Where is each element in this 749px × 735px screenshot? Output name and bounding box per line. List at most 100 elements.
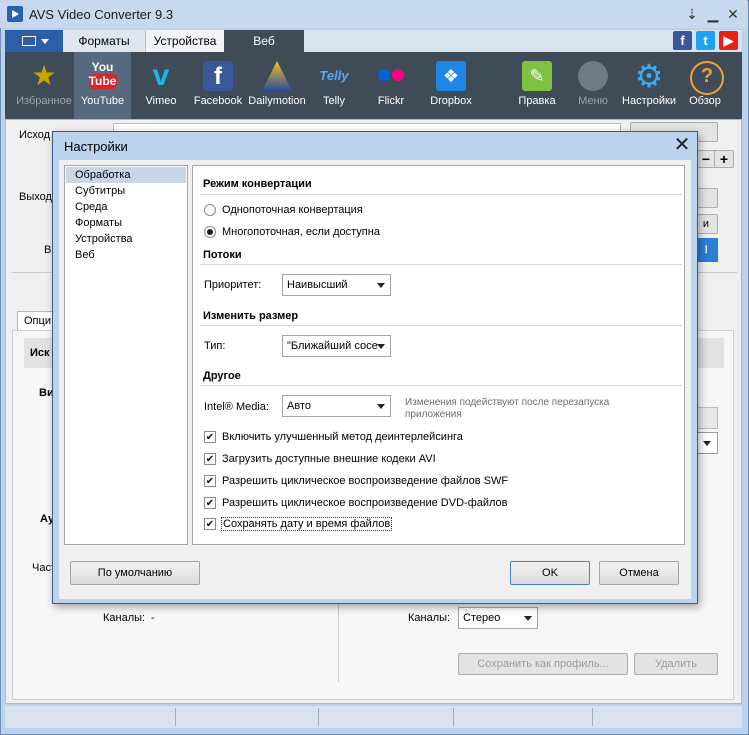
remove-button[interactable]: − (696, 150, 716, 168)
twitter-icon[interactable]: t (696, 31, 715, 50)
app-logo-icon (7, 6, 23, 22)
chevron-down-icon (703, 441, 711, 446)
radio-single-thread[interactable] (204, 204, 216, 216)
cancel-button[interactable]: Отмена (599, 561, 679, 585)
toolbar-label: Facebook (193, 95, 243, 107)
intel-media-select[interactable]: Авто (282, 395, 391, 417)
disc-menu-icon (578, 61, 608, 91)
status-divider (318, 708, 319, 726)
checkbox-keep-date[interactable]: ✔ (204, 518, 216, 530)
chevron-down-icon (524, 616, 532, 621)
toolbar-favorites[interactable]: ★ Избранное (14, 52, 74, 119)
channels-left-value: - (151, 612, 155, 624)
toolbar-facebook[interactable]: f Facebook (190, 52, 246, 119)
chevron-down-icon (377, 404, 385, 409)
telly-icon: Telly (319, 68, 349, 83)
toolbar-edit[interactable]: ✎ Правка (509, 52, 565, 119)
checkbox-deinterlace[interactable]: ✔ (204, 431, 216, 443)
toolbar-telly[interactable]: Telly Telly (309, 52, 359, 119)
window-title: AVS Video Converter 9.3 (29, 7, 174, 22)
gear-icon: ⚙ (634, 58, 664, 94)
channels-right-label: Каналы: (408, 612, 451, 624)
toolbar-label: Настройки (622, 95, 676, 107)
dailymotion-icon (262, 61, 292, 91)
status-bar (5, 706, 742, 728)
tab-devices[interactable]: Устройства (145, 30, 224, 52)
channels-select[interactable]: Стерео (458, 607, 538, 629)
checkbox-avi-codecs[interactable]: ✔ (204, 453, 216, 465)
section-conversion-mode: Режим конвертации (203, 178, 312, 190)
add-button[interactable]: + (714, 150, 734, 168)
radio-single-thread-label[interactable]: Однопоточная конвертация (222, 204, 363, 216)
toolbar-label: Vimeo (145, 95, 177, 107)
checkbox-loop-dvd-label[interactable]: Разрешить циклическое воспроизведение DV… (222, 497, 508, 509)
toolbar-browse[interactable]: ? Обзор (680, 52, 730, 119)
nav-item-devices[interactable]: Устройства (66, 231, 186, 247)
nav-item-environment[interactable]: Среда (66, 199, 186, 215)
tab-options[interactable]: Опци (17, 311, 55, 331)
main-menu-button[interactable] (5, 30, 63, 52)
intel-media-select-value: Авто (287, 400, 311, 412)
toolbar-dropbox[interactable]: ❖ Dropbox (421, 52, 481, 119)
toolbar-youtube[interactable]: You Tube YouTube (74, 52, 131, 119)
toolbar-label: Dropbox (430, 95, 472, 107)
nav-item-formats[interactable]: Форматы (66, 215, 186, 231)
tab-web[interactable]: Веб (224, 30, 304, 52)
nav-item-subtitles[interactable]: Субтитры (66, 183, 186, 199)
nav-item-web[interactable]: Веб (66, 247, 186, 263)
checkbox-loop-swf-label[interactable]: Разрешить циклическое воспроизведение фа… (222, 475, 508, 487)
vimeo-icon: v (152, 59, 170, 92)
restart-note: Изменения подействуют после перезапуска … (405, 397, 610, 420)
priority-select-value: Наивысший (287, 279, 348, 291)
toolbar-flickr[interactable]: Flickr (362, 52, 420, 119)
priority-label: Приоритет: (204, 279, 262, 291)
ok-button[interactable]: OK (510, 561, 590, 585)
checkbox-avi-codecs-label[interactable]: Загрузить доступные внешние кодеки AVI (222, 453, 436, 465)
dialog-title: Настройки (64, 139, 128, 154)
status-divider (175, 708, 176, 726)
dialog-close-icon[interactable]: ✕ (671, 135, 693, 155)
resize-type-select[interactable]: "Ближайший сосе (282, 335, 391, 357)
checkbox-loop-dvd[interactable]: ✔ (204, 497, 216, 509)
flickr-icon (376, 61, 406, 91)
youtube-icon[interactable]: ▶ (719, 31, 738, 50)
input-label: Исход (19, 129, 51, 141)
section-divider (200, 385, 682, 386)
facebook-icon[interactable]: f (673, 31, 692, 50)
edit-icon: ✎ (522, 61, 552, 91)
save-profile-button: Сохранить как профиль... (458, 653, 628, 675)
resize-type-select-value: "Ближайший сосе (287, 340, 378, 352)
checkbox-loop-swf[interactable]: ✔ (204, 475, 216, 487)
chevron-down-icon (377, 283, 385, 288)
toolbar-label: Избранное (16, 95, 72, 107)
chevron-down-icon (41, 39, 49, 44)
divider (338, 604, 339, 682)
intel-media-label: Intel® Media: (204, 401, 269, 413)
radio-multi-thread-label[interactable]: Многопоточная, если доступна (222, 226, 380, 238)
radio-multi-thread[interactable] (204, 226, 216, 238)
checkbox-deinterlace-label[interactable]: Включить улучшенный метод деинтерлейсинг… (222, 431, 463, 443)
tab-formats[interactable]: Форматы (63, 30, 145, 52)
toolbar-menu: Меню (566, 52, 620, 119)
dropdown-stub[interactable] (697, 432, 718, 454)
toolbar-vimeo[interactable]: v Vimeo (133, 52, 189, 119)
priority-select[interactable]: Наивысший (282, 274, 391, 296)
defaults-button[interactable]: По умолчанию (70, 561, 200, 585)
dropbox-icon: ❖ (436, 61, 466, 91)
status-divider (592, 708, 593, 726)
close-icon[interactable]: ✕ (724, 6, 742, 22)
list-icon (22, 36, 36, 46)
resize-type-label: Тип: (204, 340, 226, 352)
toolbar-label: Правка (518, 95, 556, 107)
section-divider (200, 264, 682, 265)
youtube-logo-text: Tube (88, 74, 117, 89)
toolbar-dailymotion[interactable]: Dailymotion (246, 52, 308, 119)
nav-item-processing[interactable]: Обработка (66, 167, 186, 183)
help-menu-icon[interactable]: ⇣ (683, 6, 701, 22)
checkbox-keep-date-label[interactable]: Сохранять дату и время файлов (221, 517, 393, 531)
field-stub (697, 407, 718, 429)
output-label: Выход (19, 191, 52, 203)
toolbar-settings[interactable]: ⚙ Настройки (620, 52, 678, 119)
minimize-icon[interactable]: ▁ (704, 6, 722, 22)
section-other: Другое (203, 370, 241, 382)
